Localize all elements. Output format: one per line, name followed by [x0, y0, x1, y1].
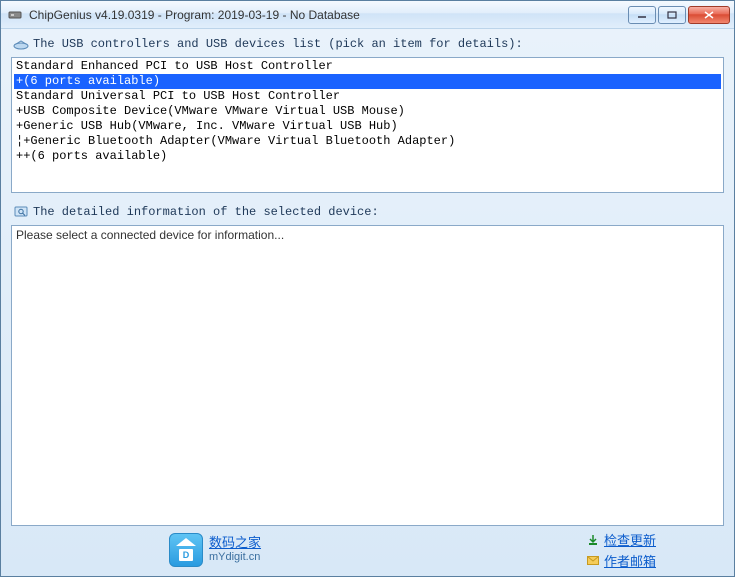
site-link-url: mYdigit.cn: [209, 550, 261, 564]
author-mail-row[interactable]: 作者邮箱: [586, 551, 656, 570]
device-row[interactable]: +Generic USB Hub(VMware, Inc. VMware Vir…: [14, 119, 721, 134]
detail-icon: [13, 204, 29, 220]
titlebar[interactable]: ChipGenius v4.19.0319 - Program: 2019-03…: [1, 1, 734, 29]
window-controls: [628, 6, 730, 24]
client-area: The USB controllers and USB devices list…: [1, 29, 734, 576]
app-icon: [7, 7, 23, 23]
site-link-cn[interactable]: 数码之家: [209, 536, 261, 550]
device-row[interactable]: Standard Enhanced PCI to USB Host Contro…: [14, 59, 721, 74]
author-mail-link[interactable]: 作者邮箱: [604, 551, 656, 570]
check-update-link[interactable]: 检查更新: [604, 530, 656, 549]
usb-list-icon: [13, 36, 29, 52]
device-list-header-text: The USB controllers and USB devices list…: [33, 37, 523, 51]
maximize-button[interactable]: [658, 6, 686, 24]
minimize-button[interactable]: [628, 6, 656, 24]
mail-icon: [586, 554, 600, 568]
close-button[interactable]: [688, 6, 730, 24]
window-title: ChipGenius v4.19.0319 - Program: 2019-03…: [29, 8, 622, 22]
app-window: ChipGenius v4.19.0319 - Program: 2019-03…: [0, 0, 735, 577]
device-list[interactable]: Standard Enhanced PCI to USB Host Contro…: [11, 57, 724, 193]
detail-body-text: Please select a connected device for inf…: [16, 228, 284, 242]
footer: D 数码之家 mYdigit.cn 检查更新: [11, 530, 724, 572]
update-icon: [586, 533, 600, 547]
site-link-block[interactable]: D 数码之家 mYdigit.cn: [169, 533, 261, 567]
device-list-header: The USB controllers and USB devices list…: [11, 35, 724, 53]
device-row[interactable]: ¦+Generic Bluetooth Adapter(VMware Virtu…: [14, 134, 721, 149]
detail-panel[interactable]: Please select a connected device for inf…: [11, 225, 724, 526]
device-row[interactable]: ++(6 ports available): [14, 149, 721, 164]
device-row[interactable]: Standard Universal PCI to USB Host Contr…: [14, 89, 721, 104]
footer-right-links: 检查更新 作者邮箱: [586, 530, 656, 570]
detail-header: The detailed information of the selected…: [11, 203, 724, 221]
device-row[interactable]: +(6 ports available): [14, 74, 721, 89]
detail-header-text: The detailed information of the selected…: [33, 205, 379, 219]
device-row[interactable]: +USB Composite Device(VMware VMware Virt…: [14, 104, 721, 119]
site-home-icon: D: [169, 533, 203, 567]
check-update-row[interactable]: 检查更新: [586, 530, 656, 549]
